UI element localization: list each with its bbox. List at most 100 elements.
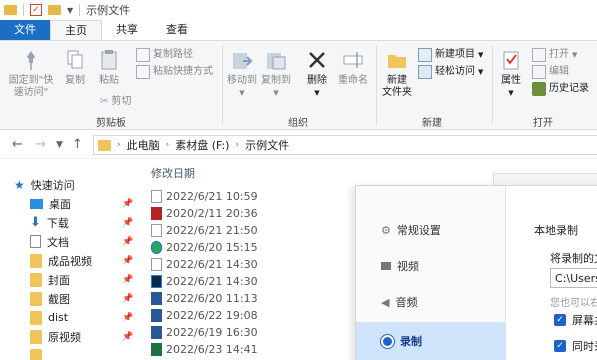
pin-icon[interactable]: 📌 (122, 313, 133, 323)
section-title: 本地录制 (534, 224, 578, 237)
history-icon (532, 82, 546, 96)
copy-button[interactable]: 复制 (60, 49, 90, 87)
pin-quick-access-button[interactable]: 固定到"快 速访问" (6, 49, 56, 99)
recent-dropdown-icon[interactable]: ▼ (56, 140, 63, 150)
tab-file[interactable]: 文件 (0, 20, 50, 40)
paste-shortcut-icon (136, 65, 150, 79)
history-label: 历史记录 (549, 83, 589, 94)
chevron-down-icon: ▼ (239, 89, 245, 97)
folder-icon (30, 348, 42, 360)
paste-icon (101, 50, 117, 70)
pin-icon[interactable]: 📌 (122, 332, 133, 342)
new-folder-quick-icon[interactable] (48, 5, 61, 15)
delete-x-icon (309, 52, 325, 68)
breadcrumb-folder[interactable]: 示例文件 (245, 137, 289, 153)
file-row[interactable]: 2020/2/11 20:36 (151, 205, 258, 222)
sidebar-item-partial[interactable] (30, 346, 150, 360)
forward-arrow-icon[interactable]: → (35, 137, 46, 152)
file-date: 2022/6/20 11:13 (166, 292, 258, 305)
file-row[interactable]: 2022/6/21 21:50 (151, 222, 258, 239)
address-box[interactable]: › 此电脑 › 素材盘 (F:) › 示例文件 (93, 135, 597, 155)
checkbox-label: 同时录 (572, 340, 597, 353)
tab-share[interactable]: 共享 (102, 20, 152, 40)
file-row[interactable]: 2022/6/20 15:15 (151, 239, 258, 256)
chevron-down-icon: ▼ (314, 89, 320, 97)
paste-button[interactable]: 粘贴 (94, 49, 124, 87)
tab-view[interactable]: 查看 (152, 20, 202, 40)
file-row[interactable]: 2022/6/23 14:41 (151, 341, 258, 358)
separator (222, 45, 223, 125)
record-icon (381, 334, 394, 348)
rename-icon (343, 52, 363, 68)
document-icon (151, 190, 162, 203)
speaker-icon: ◀ (381, 295, 390, 309)
hint-text: 您也可以右 (550, 298, 597, 309)
address-bar-row: ← → ▼ ↑ › 此电脑 › 素材盘 (F:) › 示例文件 (0, 131, 597, 159)
file-row[interactable]: 2022/6/19 16:30 (151, 324, 258, 341)
pin-icon[interactable]: 📌 (122, 275, 133, 285)
easy-access-button[interactable]: 轻松访问 ▼ (418, 64, 483, 80)
camera-icon (381, 262, 391, 270)
file-row[interactable]: 2022/6/21 10:59 (151, 188, 258, 205)
file-row[interactable]: 2022/6/21 14:30 (151, 273, 258, 290)
organize-group-label: 组织 (288, 118, 308, 129)
word-icon (151, 292, 162, 305)
file-row[interactable]: 2022/6/22 19:08 (151, 307, 258, 324)
edit-button[interactable]: 编辑 (532, 64, 569, 80)
breadcrumb-drive[interactable]: 素材盘 (F:) (175, 137, 229, 153)
settings-menu: ⚙ 常规设置 视频 ◀ 音频 录制 (356, 186, 506, 360)
file-row[interactable]: 2022/6/21 14:30 (151, 256, 258, 273)
pin-icon[interactable]: 📌 (122, 218, 133, 228)
breadcrumb-this-pc[interactable]: 此电脑 (127, 137, 160, 153)
chevron-right-icon: › (235, 140, 240, 150)
paste-shortcut-button[interactable]: 粘贴快捷方式 (136, 64, 213, 80)
folder-icon (30, 272, 42, 287)
document-icon (151, 224, 162, 237)
folder-icon (30, 253, 42, 268)
new-item-label: 新建项目 (435, 49, 475, 60)
move-to-button[interactable]: 移动到 ▼ (224, 49, 260, 99)
sidebar-item-label: 文档 (47, 235, 69, 249)
new-group-label: 新建 (422, 118, 442, 129)
file-row[interactable]: 2022/6/20 11:13 (151, 290, 258, 307)
delete-button[interactable]: 删除 ▼ (302, 49, 332, 99)
customize-quick-access-icon[interactable]: ▼ (67, 6, 73, 15)
column-header-modified[interactable]: 修改日期 (151, 165, 195, 181)
properties-quick-icon[interactable]: ✓ (30, 4, 42, 16)
pin-icon[interactable]: 📌 (122, 199, 133, 209)
menu-item-general[interactable]: ⚙ 常规设置 (381, 222, 441, 238)
settings-dialog: ⚙ 常规设置 视频 ◀ 音频 录制 本地录制 将录制的文 C:\Users 您也… (355, 185, 597, 360)
pin-icon[interactable]: 📌 (122, 294, 133, 304)
menu-item-video[interactable]: 视频 (381, 258, 419, 274)
paste-label: 粘贴 (99, 75, 119, 86)
copy-to-button[interactable]: 复制到 ▼ (258, 49, 294, 99)
new-item-button[interactable]: 新建项目 ▼ (418, 47, 483, 63)
rename-button[interactable]: 重命名 (336, 49, 370, 87)
cut-button[interactable]: ✂ 剪切 (100, 94, 131, 110)
up-arrow-icon[interactable]: ↑ (72, 137, 83, 152)
checkbox-checked-icon: ✓ (554, 340, 566, 352)
sidebar-item-label: 成品视频 (48, 254, 92, 268)
history-button[interactable]: 历史记录 (532, 81, 589, 97)
menu-item-record[interactable]: 录制 (356, 322, 506, 360)
save-path-input[interactable]: C:\Users (550, 268, 597, 288)
menu-item-label: 视频 (397, 260, 419, 273)
pin-icon[interactable]: 📌 (122, 256, 133, 266)
properties-button[interactable]: 属性 ▼ (496, 49, 526, 99)
easy-access-icon (418, 65, 432, 79)
screen-share-checkbox[interactable]: ✓ 屏幕共 (554, 312, 597, 328)
copy-to-icon (267, 53, 286, 70)
file-date: 2022/6/19 16:30 (166, 326, 258, 339)
back-arrow-icon[interactable]: ← (12, 137, 23, 152)
new-folder-button[interactable]: 新建 文件夹 (380, 49, 414, 99)
open-button[interactable]: 打开 ▼ (532, 47, 577, 63)
sidebar-item-label: 桌面 (49, 197, 71, 211)
menu-item-audio[interactable]: ◀ 音频 (381, 294, 417, 310)
document-icon (151, 258, 162, 271)
sidebar-item-quick-access[interactable]: ★ 快速访问 (14, 175, 134, 194)
pin-icon[interactable]: 📌 (122, 237, 133, 247)
copy-path-button[interactable]: 复制路径 (136, 47, 193, 63)
download-arrow-icon: ⬇ (30, 215, 41, 230)
tab-home[interactable]: 主页 (50, 20, 102, 40)
simultaneous-record-checkbox[interactable]: ✓ 同时录 (554, 338, 597, 354)
